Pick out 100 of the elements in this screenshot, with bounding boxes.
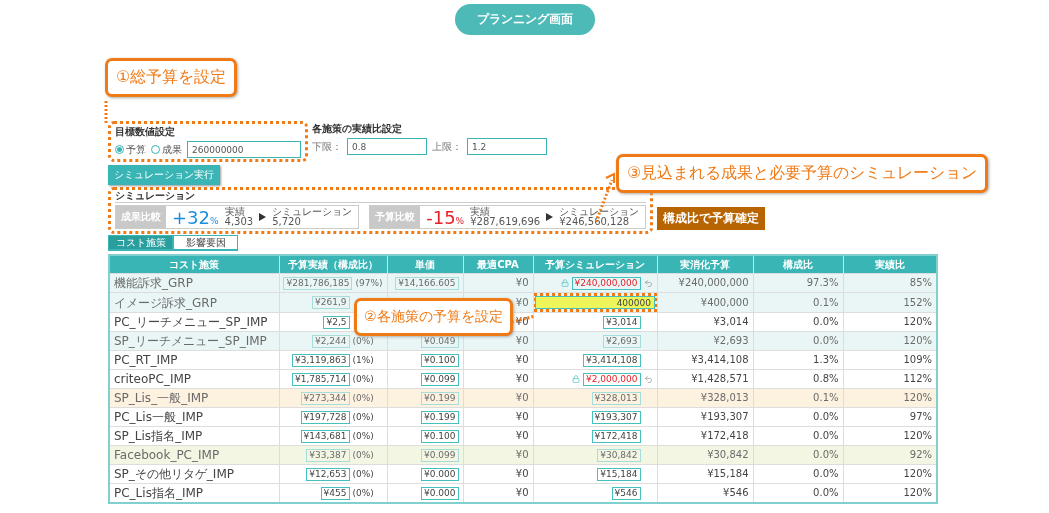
radio-option[interactable]: 成果 — [151, 142, 182, 157]
column-header: 単価 — [387, 255, 463, 274]
table-cell: 機能訴求_GRP — [109, 273, 279, 293]
share-value: (0%) — [352, 449, 375, 461]
table-cell: ¥328,013 — [657, 388, 753, 408]
upper-label: 上限： — [432, 139, 462, 154]
arrow-icon — [546, 213, 554, 221]
column-header: 予算実績（構成比） — [279, 255, 387, 274]
sim-budget-value: ¥15,184 — [597, 467, 641, 481]
column-header: 構成比 — [753, 255, 843, 274]
radio-option[interactable]: 予算 — [115, 142, 146, 157]
annotation-callout: ①総予算を設定 — [105, 58, 238, 97]
price-value: ¥0.199 — [421, 391, 459, 405]
budget-value: ¥2,5 — [323, 315, 350, 329]
column-header: 最適CPA — [463, 255, 533, 274]
lower-label: 下限： — [312, 139, 342, 154]
budget-value: ¥143,681 — [300, 429, 350, 443]
table-cell: 0.0% — [753, 312, 843, 332]
price-value: ¥0.099 — [421, 372, 459, 386]
sim-budget-value: ¥240,000,000 — [571, 276, 641, 290]
simulation-value: シミュレーション 5,720 — [272, 207, 353, 227]
table-cell: PC_RT_IMP — [109, 350, 279, 370]
table-cell: 97.3% — [753, 273, 843, 293]
sim-budget-value: ¥3,414,108 — [582, 353, 641, 367]
table-cell: ¥172,418 — [657, 426, 753, 446]
column-header: 実消化予算 — [657, 255, 753, 274]
table-cell: ¥240,000,000 — [657, 273, 753, 293]
budget-value: ¥33,387 — [306, 448, 350, 462]
price-value: ¥0.099 — [421, 448, 459, 462]
share-value: (0%) — [352, 392, 375, 404]
actual-value: 実績 4,303 — [224, 207, 254, 227]
table-cell: ¥1,428,571 — [657, 369, 753, 389]
column-header: 実績比 — [843, 255, 937, 274]
table-cell: 0.0% — [753, 464, 843, 484]
sim-budget-value: ¥30,842 — [597, 448, 641, 462]
budget-value: ¥12,653 — [306, 467, 350, 481]
sim-budget-value: ¥2,693 — [603, 334, 641, 348]
budget-value: ¥197,728 — [300, 410, 350, 424]
budget-input-field[interactable]: 400000 — [535, 296, 655, 309]
table-cell: SP_リーチメニュー_SP_IMP — [109, 331, 279, 351]
table-cell: 0.1% — [753, 292, 843, 313]
table-cell: Facebook_PC_IMP — [109, 445, 279, 465]
lock-icon[interactable] — [571, 375, 580, 383]
price-value: ¥0.100 — [421, 429, 459, 443]
share-value: (97%) — [355, 277, 383, 289]
table-cell: 0.0% — [753, 331, 843, 351]
lock-icon[interactable] — [560, 279, 569, 287]
goal-label: 目標数値設定 — [115, 125, 176, 139]
share-value: (0%) — [352, 335, 375, 347]
table-cell: 0.0% — [753, 426, 843, 446]
budget-value: ¥1,785,714 — [291, 372, 350, 386]
undo-icon[interactable] — [643, 278, 653, 288]
confirm-budget-button[interactable]: 構成比で予算確定 — [657, 207, 766, 230]
table-cell: ¥0 — [463, 273, 533, 293]
table-cell: ¥0 — [463, 369, 533, 389]
upper-input-field[interactable]: 1.2 — [467, 138, 547, 155]
simulation-value: シミュレーション ¥246,560,128 — [559, 207, 640, 227]
sim-budget-value: ¥546 — [611, 486, 641, 500]
undo-icon[interactable] — [643, 374, 653, 384]
column-header: コスト施策 — [109, 255, 279, 274]
table-cell: ¥15,184 — [657, 464, 753, 484]
column-header: 予算シミュレーション — [533, 255, 657, 274]
table-cell: SP_その他リタゲ_IMP — [109, 464, 279, 484]
ratio-label: 各施策の実績比設定 — [312, 122, 403, 136]
table-cell: PC_Lis一般_IMP — [109, 407, 279, 427]
table-cell: ¥2,693 — [657, 331, 753, 351]
change-value: -15% — [426, 206, 465, 228]
budget-value: ¥281,786,185 — [283, 276, 353, 290]
share-value: (1%) — [352, 354, 375, 366]
sim-budget-value: ¥2,000,000 — [582, 372, 641, 386]
table-cell: イメージ訴求_GRP — [109, 292, 279, 313]
table-cell: ¥0 — [463, 426, 533, 446]
table-cell: ¥30,842 — [657, 445, 753, 465]
budget-value: ¥273,344 — [300, 391, 350, 405]
table-cell: 1.3% — [753, 350, 843, 370]
budget-value: ¥455 — [320, 486, 350, 500]
sim-budget-value: ¥328,013 — [591, 391, 641, 405]
table-cell: ¥400,000 — [657, 292, 753, 313]
lower-input-field[interactable]: 0.8 — [347, 138, 427, 155]
table-cell: ¥3,014 — [657, 312, 753, 332]
table-cell: 0.8% — [753, 369, 843, 389]
budget-value: ¥261,9 — [312, 296, 350, 309]
table-cell: 0.0% — [753, 445, 843, 465]
budget-value: ¥2,244 — [312, 334, 350, 348]
price-value: ¥0.199 — [421, 410, 459, 424]
price-value: ¥0.000 — [421, 486, 459, 500]
price-value: ¥0.000 — [421, 467, 459, 481]
table-cell: SP_Lis指名_IMP — [109, 426, 279, 446]
table-cell: ¥0 — [463, 388, 533, 408]
goal-input-field[interactable]: 260000000 — [187, 141, 301, 158]
sim-budget-value: ¥193,307 — [591, 410, 641, 424]
tab[interactable]: 影響要因 — [173, 235, 238, 250]
share-value: (0%) — [352, 430, 375, 442]
price-value: ¥14,166.605 — [395, 276, 459, 290]
budget-value: ¥3,119,863 — [291, 353, 350, 367]
sim-budget-value: ¥3,014 — [603, 315, 641, 329]
share-value: (0%) — [352, 487, 375, 499]
leader-line — [104, 101, 108, 124]
table-cell: 0.1% — [753, 388, 843, 408]
table-cell: ¥193,307 — [657, 407, 753, 427]
